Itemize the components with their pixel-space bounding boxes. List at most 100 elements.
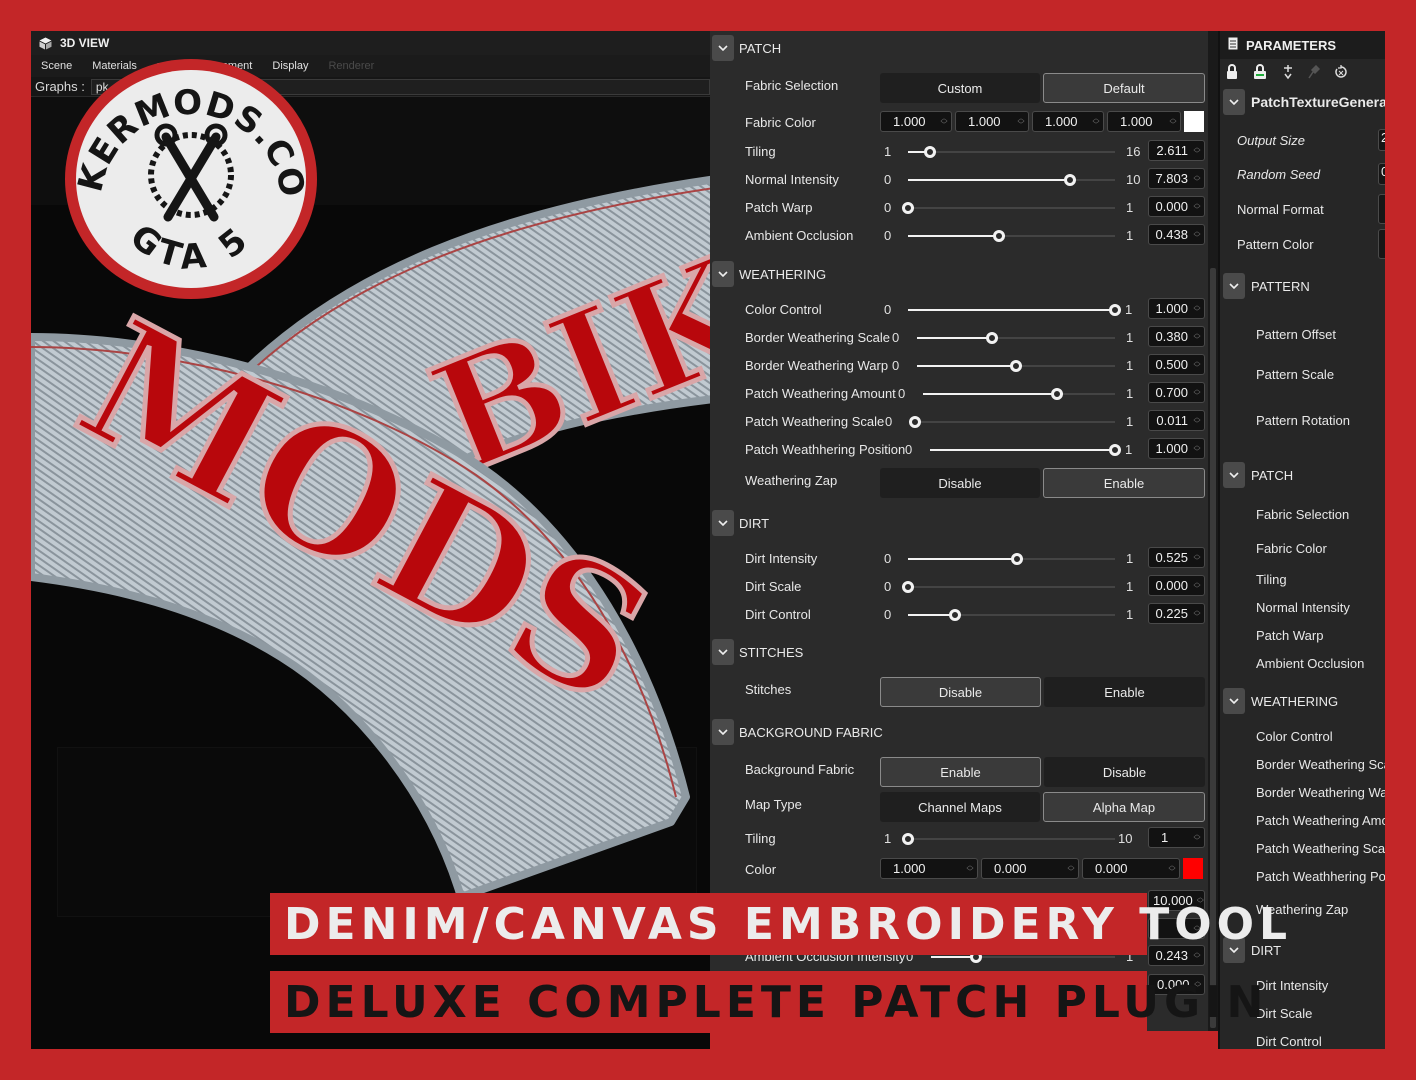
slider-track[interactable] [902, 833, 1115, 845]
param-label[interactable]: Pattern Offset [1256, 327, 1336, 342]
map-type-channel-maps-button[interactable]: Channel Maps [880, 792, 1040, 822]
spinner-arrows-icon[interactable]: ︿ ﹀ [1192, 440, 1202, 457]
bg-color-b-field[interactable]: 0.000 ︿ ﹀ [1082, 858, 1180, 879]
slider-value-field[interactable]: 1 ︿ ﹀ [1148, 827, 1205, 848]
slider-track[interactable] [908, 553, 1115, 565]
properties-scrollbar[interactable] [1208, 31, 1218, 1031]
chevron-down-icon[interactable] [712, 35, 734, 61]
stitches-disable-button[interactable]: Disable [880, 677, 1041, 707]
spinner-arrows-icon[interactable]: ︿ ﹀ [1192, 170, 1202, 187]
fabric-color-g-field[interactable]: 1.000 ︿ ﹀ [955, 111, 1029, 132]
weathering-zap-disable-button[interactable]: Disable [880, 468, 1040, 498]
slider-handle[interactable] [1051, 388, 1064, 400]
bg-color-r-field[interactable]: 1.000 ︿ ﹀ [880, 858, 978, 879]
chevron-down-icon[interactable] [1223, 273, 1245, 299]
pin-add-icon[interactable] [1282, 64, 1294, 83]
param-value-field[interactable]: 0 [1378, 163, 1385, 185]
section-weathering-header[interactable]: WEATHERING [710, 260, 826, 288]
stitches-enable-button[interactable]: Enable [1044, 677, 1205, 707]
param-value-field[interactable]: 2 [1378, 129, 1385, 151]
chevron-down-icon[interactable] [712, 261, 734, 287]
spinner-arrows-icon[interactable]: ︿ ﹀ [1192, 198, 1202, 215]
slider-value-field[interactable]: 0.700 ︿ ﹀ [1148, 382, 1205, 403]
fabric-default-button[interactable]: Default [1043, 73, 1205, 103]
slider-track[interactable] [908, 174, 1115, 186]
slider-value-field[interactable]: 0.225 ︿ ﹀ [1148, 603, 1205, 624]
param-label[interactable]: Border Weathering Scale [1256, 757, 1385, 772]
slider-value-field[interactable]: 1.000 ︿ ﹀ [1148, 438, 1205, 459]
chevron-down-icon[interactable] [712, 719, 734, 745]
bg-color-g-field[interactable]: 0.000 ︿ ﹀ [981, 858, 1079, 879]
section-stitches-header[interactable]: STITCHES [710, 638, 803, 666]
slider-track[interactable] [908, 304, 1121, 316]
slider-track[interactable] [917, 360, 1115, 372]
spinner-arrows-icon[interactable]: ︿ ﹀ [1192, 605, 1202, 622]
param-label[interactable]: Dirt Control [1256, 1034, 1322, 1049]
spinner-arrows-icon[interactable]: ︿ ﹀ [1192, 226, 1202, 243]
param-label[interactable]: Normal Intensity [1256, 600, 1350, 615]
slider-track[interactable] [917, 332, 1115, 344]
spinner-arrows-icon[interactable]: ︿ ﹀ [1192, 300, 1202, 317]
slider-value-field[interactable]: 0.011 ︿ ﹀ [1148, 410, 1205, 431]
slider-track[interactable] [908, 230, 1115, 242]
slider-handle[interactable] [924, 146, 937, 158]
param-label[interactable]: Patch Weathering Amount [1256, 813, 1385, 828]
slider-track[interactable] [908, 146, 1115, 158]
param-value-field[interactable] [1378, 194, 1385, 224]
map-type-alpha-map-button[interactable]: Alpha Map [1043, 792, 1205, 822]
spinner-arrows-icon[interactable]: ︿ ﹀ [1192, 577, 1202, 594]
slider-track[interactable] [930, 444, 1121, 456]
spinner-arrows-icon[interactable]: ︿ ﹀ [1192, 947, 1202, 964]
slider-handle[interactable] [902, 581, 914, 593]
slider-value-field[interactable]: 0.525 ︿ ﹀ [1148, 547, 1205, 568]
spinner-arrows-icon[interactable]: ︿ ﹀ [1192, 412, 1202, 429]
param-section-header[interactable]: PATTERN [1223, 273, 1310, 299]
param-label[interactable]: Patch Weathering Scale [1256, 841, 1385, 856]
fabric-color-swatch[interactable] [1184, 111, 1204, 132]
param-section-header[interactable]: WEATHERING [1223, 688, 1338, 714]
param-label[interactable]: Pattern Scale [1256, 367, 1334, 382]
slider-handle[interactable] [992, 230, 1005, 242]
slider-handle[interactable] [1010, 553, 1023, 565]
chevron-down-icon[interactable] [1223, 688, 1245, 714]
reset-icon[interactable] [1334, 64, 1348, 82]
param-label[interactable]: Color Control [1256, 729, 1333, 744]
slider-handle[interactable] [1109, 444, 1121, 456]
param-label[interactable]: Patch Weathhering Position [1256, 869, 1385, 884]
background-disable-button[interactable]: Disable [1044, 757, 1205, 787]
slider-value-field[interactable]: 0.380 ︿ ﹀ [1148, 326, 1205, 347]
section-background-fabric-header[interactable]: BACKGROUND FABRIC [710, 718, 883, 746]
fabric-color-a-field[interactable]: 1.000 ︿ ﹀ [1107, 111, 1181, 132]
spinner-arrows-icon[interactable]: ︿ ﹀ [1192, 328, 1202, 345]
param-section-header[interactable]: PATCH [1223, 462, 1293, 488]
bg-color-swatch[interactable] [1183, 858, 1203, 879]
chevron-down-icon[interactable] [1223, 462, 1245, 488]
fabric-custom-button[interactable]: Custom [880, 73, 1040, 103]
slider-handle[interactable] [986, 332, 999, 344]
param-label[interactable]: Patch Warp [1256, 628, 1323, 643]
slider-track[interactable] [902, 581, 1115, 593]
slider-value-field[interactable]: 0.000 ︿ ﹀ [1148, 575, 1205, 596]
slider-handle[interactable] [1109, 304, 1121, 316]
slider-handle[interactable] [909, 416, 922, 428]
lock-icon[interactable] [1226, 63, 1238, 83]
section-patch-header[interactable]: PATCH [710, 34, 781, 62]
section-dirt-header[interactable]: DIRT [710, 509, 769, 537]
chevron-down-icon[interactable] [1223, 89, 1245, 115]
spinner-arrows-icon[interactable]: ︿ ﹀ [1192, 549, 1202, 566]
graph-header[interactable]: PatchTextureGenerator [1223, 89, 1385, 115]
spinner-arrows-icon[interactable]: ︿ ﹀ [1192, 356, 1202, 373]
spinner-arrows-icon[interactable]: ︿ ﹀ [1192, 829, 1202, 846]
spinner-arrows-icon[interactable]: ︿ ﹀ [1192, 142, 1202, 159]
weathering-zap-enable-button[interactable]: Enable [1043, 468, 1205, 498]
slider-value-field[interactable]: 2.611 ︿ ﹀ [1148, 140, 1205, 161]
param-label[interactable]: Border Weathering Warp [1256, 785, 1385, 800]
chevron-down-icon[interactable] [712, 510, 734, 536]
slider-value-field[interactable]: 7.803 ︿ ﹀ [1148, 168, 1205, 189]
slider-handle[interactable] [1063, 174, 1076, 186]
slider-track[interactable] [902, 202, 1115, 214]
slider-track[interactable] [909, 416, 1115, 428]
slider-value-field[interactable]: 0.000 ︿ ﹀ [1148, 196, 1205, 217]
slider-value-field[interactable]: 1.000 ︿ ﹀ [1148, 298, 1205, 319]
slider-handle[interactable] [902, 833, 914, 845]
